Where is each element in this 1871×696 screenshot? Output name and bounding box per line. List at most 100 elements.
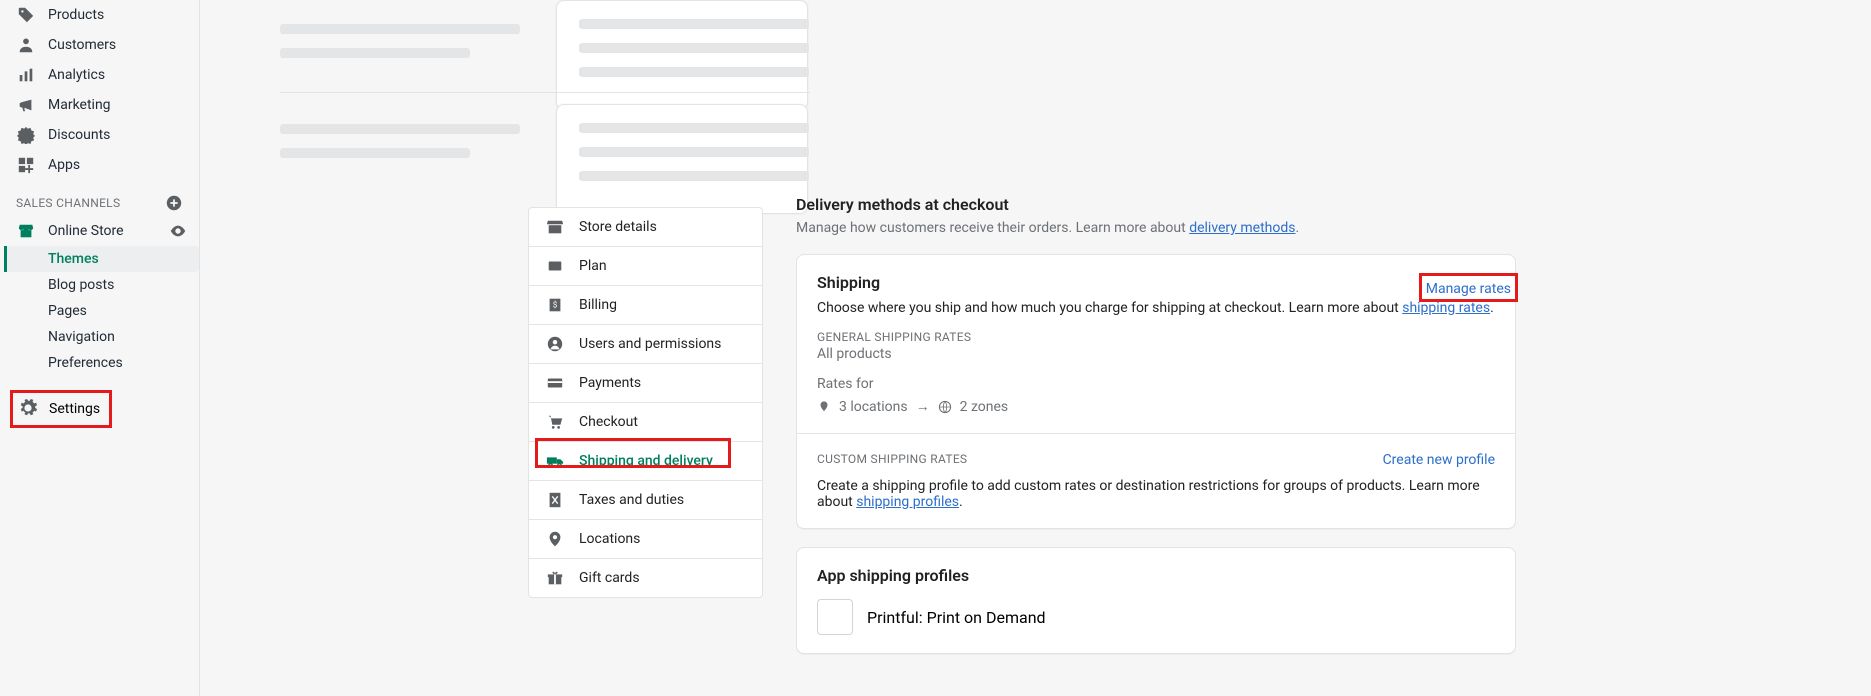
subnav-label: Preferences [48, 355, 123, 371]
nav-online-store[interactable]: Online Store [0, 216, 199, 246]
settings-label: Settings [49, 401, 100, 417]
app-profiles-title: App shipping profiles [817, 566, 1495, 585]
settings-store-details[interactable]: Store details [529, 208, 762, 247]
custom-rates-label: CUSTOM SHIPPING RATES [817, 452, 967, 466]
settings-label: Store details [579, 219, 657, 235]
nav-label: Customers [48, 37, 116, 53]
manage-rates-link[interactable]: Manage rates [1426, 281, 1511, 297]
eye-icon[interactable] [169, 222, 187, 240]
truck-icon [545, 451, 565, 471]
nav-marketing[interactable]: Marketing [0, 90, 199, 120]
settings-label: Shipping and delivery [579, 453, 713, 469]
settings-label: Plan [579, 258, 607, 274]
arrow-icon: → [916, 398, 930, 415]
discount-icon [16, 125, 36, 145]
settings-nav: Store details Plan $ Billing Users and pe… [528, 207, 763, 598]
delivery-methods-link[interactable]: delivery methods [1189, 220, 1295, 236]
subnav-blog-posts[interactable]: Blog posts [4, 272, 199, 298]
settings-users[interactable]: Users and permissions [529, 325, 762, 364]
analytics-icon [16, 65, 36, 85]
shipping-title: Shipping [817, 273, 1495, 292]
all-products: All products [817, 346, 971, 362]
custom-desc: Create a shipping profile to add custom … [817, 478, 1495, 510]
subnav-label: Themes [48, 251, 99, 267]
settings-button[interactable]: Settings [10, 390, 112, 428]
user-circle-icon [545, 334, 565, 354]
settings-label: Taxes and duties [579, 492, 684, 508]
add-channel-icon[interactable] [165, 194, 183, 212]
nav-apps[interactable]: Apps [0, 150, 199, 180]
location-icon [545, 529, 565, 549]
subnav-label: Pages [48, 303, 87, 319]
app-row[interactable]: Printful: Print on Demand [817, 599, 1495, 635]
settings-checkout[interactable]: Checkout [529, 403, 762, 442]
nav-label: Marketing [48, 97, 111, 113]
custom-rates-section: CUSTOM SHIPPING RATES Create new profile… [797, 434, 1515, 528]
shipping-profiles-link[interactable]: shipping profiles [856, 494, 959, 510]
nav-label: Apps [48, 157, 80, 173]
nav-label: Products [48, 7, 104, 23]
nav-label: Analytics [48, 67, 105, 83]
delivery-subtitle: Manage how customers receive their order… [796, 220, 1516, 236]
settings-label: Billing [579, 297, 617, 313]
app-name: Printful: Print on Demand [867, 608, 1046, 627]
locations-text: 3 locations [839, 399, 908, 415]
create-profile-link[interactable]: Create new profile [1383, 452, 1495, 468]
settings-label: Locations [579, 531, 640, 547]
app-profiles-card: App shipping profiles Printful: Print on… [796, 547, 1516, 654]
settings-label: Users and permissions [579, 336, 721, 352]
settings-payments[interactable]: Payments [529, 364, 762, 403]
settings-label: Payments [579, 375, 641, 391]
rates-summary: 3 locations → 2 zones [817, 398, 1495, 415]
app-thumbnail [817, 599, 853, 635]
subnav-themes[interactable]: Themes [4, 246, 199, 272]
shipping-card: Shipping Choose where you ship and how m… [796, 254, 1516, 529]
gear-icon [19, 399, 39, 419]
subnav-label: Blog posts [48, 277, 114, 293]
plan-icon [545, 256, 565, 276]
storefront-icon [545, 217, 565, 237]
delivery-header: Delivery methods at checkout Manage how … [796, 195, 1516, 236]
settings-shipping[interactable]: Shipping and delivery [529, 442, 762, 481]
sales-channels-header: SALES CHANNELS [0, 180, 199, 216]
shipping-desc: Choose where you ship and how much you c… [817, 300, 1495, 316]
payments-icon [545, 373, 565, 393]
settings-label: Checkout [579, 414, 638, 430]
subnav-preferences[interactable]: Preferences [4, 350, 199, 376]
text: Manage how customers receive their order… [796, 220, 1189, 236]
globe-icon [938, 400, 952, 414]
settings-billing[interactable]: $ Billing [529, 286, 762, 325]
general-rates-label: GENERAL SHIPPING RATES [817, 330, 971, 344]
cart-icon [545, 412, 565, 432]
person-icon [16, 35, 36, 55]
settings-gift-cards[interactable]: Gift cards [529, 559, 762, 597]
subnav-pages[interactable]: Pages [4, 298, 199, 324]
zones-text: 2 zones [960, 399, 1009, 415]
store-icon [16, 221, 36, 241]
shipping-section: Shipping Choose where you ship and how m… [797, 255, 1515, 434]
nav-label: Discounts [48, 127, 110, 143]
subnav-navigation[interactable]: Navigation [4, 324, 199, 350]
nav-discounts[interactable]: Discounts [0, 120, 199, 150]
nav-products[interactable]: Products [0, 0, 199, 30]
left-sidebar: Products Customers Analytics Marketing D… [0, 0, 200, 696]
billing-icon: $ [545, 295, 565, 315]
delivery-title: Delivery methods at checkout [796, 195, 1516, 214]
shipping-rates-link[interactable]: shipping rates [1402, 300, 1490, 316]
nav-customers[interactable]: Customers [0, 30, 199, 60]
settings-locations[interactable]: Locations [529, 520, 762, 559]
section-label: SALES CHANNELS [16, 196, 120, 210]
gift-icon [545, 568, 565, 588]
text: Choose where you ship and how much you c… [817, 300, 1402, 316]
taxes-icon [545, 490, 565, 510]
nav-analytics[interactable]: Analytics [0, 60, 199, 90]
nav-label: Online Store [48, 223, 124, 239]
settings-plan[interactable]: Plan [529, 247, 762, 286]
settings-taxes[interactable]: Taxes and duties [529, 481, 762, 520]
apps-icon [16, 155, 36, 175]
subnav-label: Navigation [48, 329, 115, 345]
rates-for: Rates for [817, 376, 1495, 392]
right-pane: Delivery methods at checkout Manage how … [796, 195, 1516, 654]
megaphone-icon [16, 95, 36, 115]
svg-text:$: $ [553, 300, 558, 310]
